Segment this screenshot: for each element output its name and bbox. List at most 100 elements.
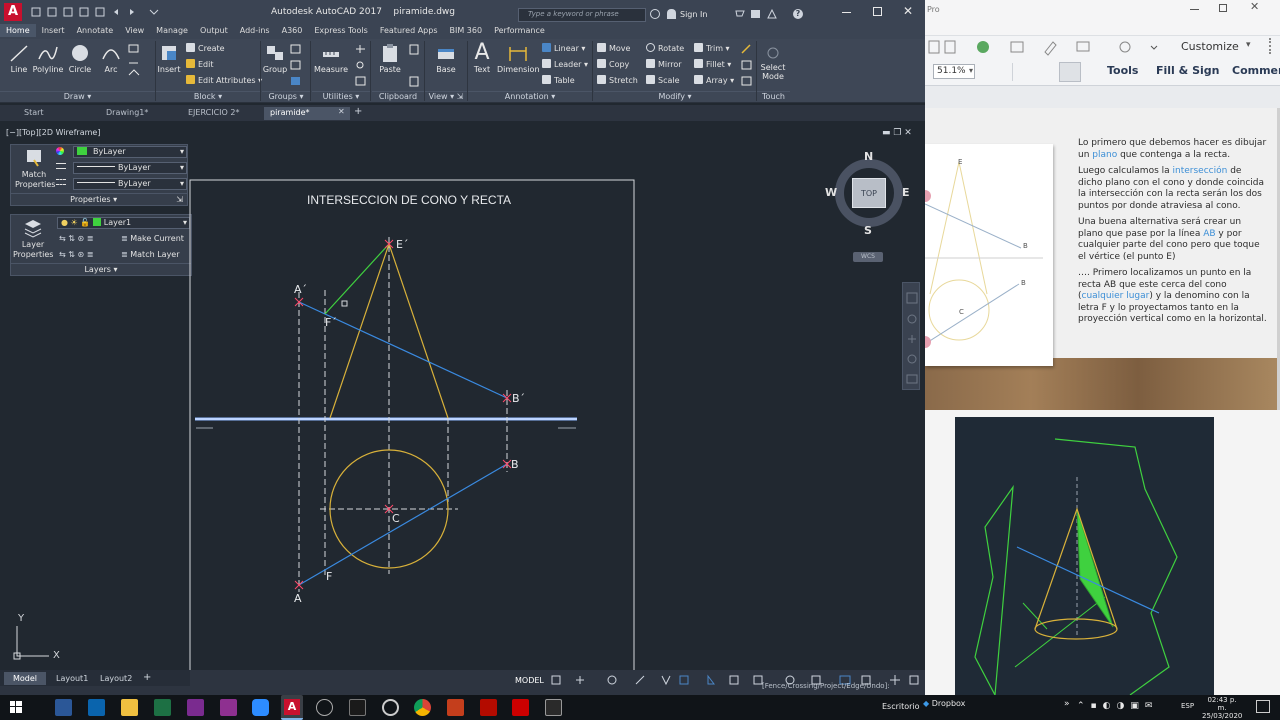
stretch-button[interactable]: Stretch: [597, 75, 638, 85]
file-tab-drawing1[interactable]: Drawing1*: [100, 107, 154, 120]
compass-w[interactable]: W: [825, 186, 837, 199]
tray-icons[interactable]: ⌃▪◐◑▣✉: [1077, 701, 1158, 711]
trim-button[interactable]: Trim ▾: [694, 43, 730, 53]
touch-group-label[interactable]: Touch: [757, 91, 790, 103]
pdf-fill-sign-tab[interactable]: Fill & Sign: [1156, 64, 1219, 77]
clock[interactable]: 02:43 p. m. 25/03/2020: [1202, 696, 1242, 720]
polyline-button[interactable]: Polyline: [32, 43, 64, 74]
word-icon[interactable]: [55, 699, 72, 716]
edit-button[interactable]: Edit: [186, 59, 214, 69]
pdf-customize-arrow-icon[interactable]: ▾: [1246, 40, 1251, 50]
model-space-button[interactable]: MODEL: [515, 676, 544, 685]
compass-e[interactable]: E: [902, 186, 910, 199]
measure-button[interactable]: Measure: [312, 43, 350, 74]
pdf-more-icon[interactable]: [1269, 38, 1280, 54]
leader-button[interactable]: Leader ▾: [542, 59, 588, 69]
cart-and-help-icons[interactable]: [735, 8, 781, 19]
dropbox-item[interactable]: ◆ Dropbox: [923, 699, 965, 708]
close-icon[interactable]: ✕: [903, 4, 913, 18]
photos-icon[interactable]: [545, 699, 562, 716]
tab-insert[interactable]: Insert: [36, 24, 71, 37]
close-tab-icon[interactable]: ✕: [338, 107, 345, 116]
powerpoint-icon[interactable]: [447, 699, 464, 716]
autocad-logo-icon[interactable]: A: [4, 3, 22, 21]
file-explorer-icon[interactable]: [121, 699, 138, 716]
fillet-button[interactable]: Fillet ▾: [694, 59, 731, 69]
layout-tab-model[interactable]: Model: [4, 672, 46, 685]
media-icon[interactable]: [512, 699, 529, 716]
add-layout-icon[interactable]: +: [143, 672, 151, 683]
pdf-hand-tool-icon[interactable]: [1059, 62, 1081, 82]
navigation-bar[interactable]: [902, 282, 920, 390]
pdf-maximize-icon[interactable]: [1219, 4, 1227, 12]
tab-output[interactable]: Output: [194, 24, 234, 37]
modify-group-label[interactable]: Modify ▾: [594, 91, 756, 103]
line-button[interactable]: Line: [6, 43, 32, 74]
layout-tab-layout1[interactable]: Layout1: [56, 674, 88, 683]
search-box[interactable]: Type a keyword or phrase: [518, 8, 646, 22]
arc-button[interactable]: Arc: [98, 43, 124, 74]
copy-button[interactable]: Copy: [597, 59, 629, 69]
pdf-tools-tab[interactable]: Tools: [1107, 64, 1138, 77]
scale-button[interactable]: Scale: [646, 75, 680, 85]
tab-manage[interactable]: Manage: [150, 24, 194, 37]
notification-icon[interactable]: [1256, 700, 1270, 713]
minimize-icon[interactable]: [842, 12, 851, 13]
tab-featured-apps[interactable]: Featured Apps: [374, 24, 444, 37]
select-mode-button[interactable]: Select Mode: [758, 45, 788, 81]
help-icon[interactable]: ?: [793, 9, 803, 19]
autocad-taskbar-button[interactable]: A: [281, 695, 303, 720]
linear-button[interactable]: Linear ▾: [542, 43, 585, 53]
zoom-icon[interactable]: [252, 699, 269, 716]
clipboard-group-label[interactable]: Clipboard: [372, 91, 424, 103]
onenote-2-icon[interactable]: [220, 699, 237, 716]
utilities-extra-icons[interactable]: [354, 43, 368, 89]
viewcube-top-face[interactable]: TOP: [852, 178, 886, 208]
wcs-menu[interactable]: WCS: [853, 252, 883, 262]
tab-add-ins[interactable]: Add-ins: [234, 24, 276, 37]
desktop-toolbar[interactable]: Escritorio: [882, 702, 920, 711]
annotation-group-label[interactable]: Annotation ▾: [468, 91, 592, 103]
compass-n[interactable]: N: [864, 150, 873, 163]
binoculars-icon[interactable]: [650, 9, 660, 19]
file-tab-start[interactable]: Start: [18, 107, 50, 120]
edit-attributes-button[interactable]: Edit Attributes ▾: [186, 75, 262, 85]
onenote-icon[interactable]: [187, 699, 204, 716]
maximize-icon[interactable]: [873, 7, 882, 16]
pdf-customize-menu[interactable]: Customize: [1181, 40, 1239, 53]
mirror-button[interactable]: Mirror: [646, 59, 682, 69]
new-tab-icon[interactable]: +: [354, 106, 362, 117]
base-button[interactable]: Base: [432, 43, 460, 74]
tab-a360[interactable]: A360: [276, 24, 309, 37]
tab-annotate[interactable]: Annotate: [71, 24, 120, 37]
tab-bim-360[interactable]: BIM 360: [444, 24, 489, 37]
utilities-group-label[interactable]: Utilities ▾: [312, 91, 370, 103]
pdf-comment-tab[interactable]: Commen: [1232, 64, 1280, 77]
settings-icon[interactable]: [382, 699, 399, 716]
layout-tab-layout2[interactable]: Layout2: [100, 674, 132, 683]
draw-extra-icons[interactable]: [127, 43, 153, 87]
array-button[interactable]: Array ▾: [694, 75, 734, 85]
modify-extra-icons[interactable]: [740, 43, 754, 89]
rotate-button[interactable]: Rotate: [646, 43, 684, 53]
compass-s[interactable]: S: [864, 224, 872, 237]
app-icon-2[interactable]: [349, 699, 366, 716]
show-more-icon[interactable]: »: [1064, 699, 1070, 709]
table-button[interactable]: Table: [542, 75, 575, 85]
pdf-zoom-arrow-icon[interactable]: ▾: [969, 66, 973, 75]
language-indicator[interactable]: ESP: [1181, 702, 1194, 710]
pdf-toolbar-icons[interactable]: [925, 38, 1165, 56]
quick-access-icons[interactable]: [30, 7, 170, 17]
file-tab-ejercicio2[interactable]: EJERCICIO 2*: [182, 107, 245, 120]
clipboard-extra-icons[interactable]: [408, 43, 422, 89]
circle-button[interactable]: Circle: [66, 43, 94, 74]
chrome-icon[interactable]: [414, 699, 431, 716]
view-group-label[interactable]: View ▾ ⇲: [425, 91, 467, 103]
draw-group-label[interactable]: Draw ▾: [0, 91, 155, 103]
move-button[interactable]: Move: [597, 43, 630, 53]
windows-start-icon[interactable]: [10, 701, 22, 713]
drawing-canvas[interactable]: INTERSECCION DE CONO Y RECTA E´ A´ F´ B´…: [0, 122, 925, 670]
tab-express-tools[interactable]: Express Tools: [308, 24, 374, 37]
viewcube[interactable]: TOP N S E W: [825, 150, 912, 237]
text-button[interactable]: A Text: [470, 42, 494, 75]
